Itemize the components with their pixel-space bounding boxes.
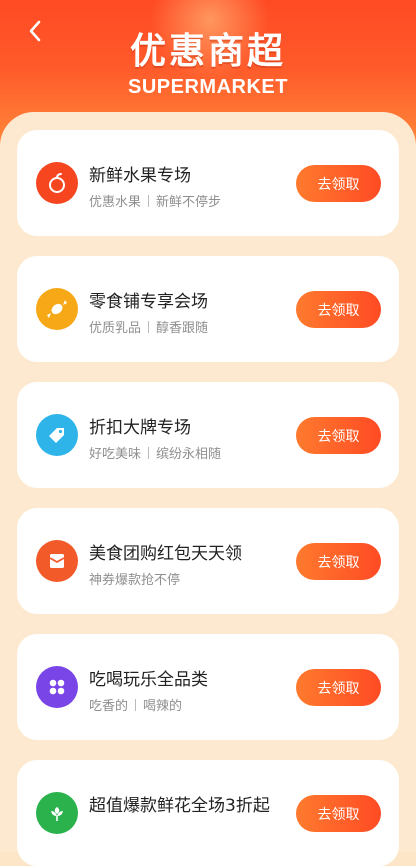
card-title: 零食铺专享会场 (89, 292, 208, 312)
claim-button[interactable]: 去领取 (296, 291, 381, 328)
card-tag: 好吃美味 (89, 447, 142, 462)
envelope-icon (36, 540, 78, 582)
list-item-flowers[interactable]: 超值爆款鲜花全场3折起 去领取 (17, 760, 399, 866)
card-tag: 新鲜不停步 (156, 195, 222, 210)
card-title: 折扣大牌专场 (89, 418, 191, 438)
list-item-fresh-fruit[interactable]: 新鲜水果专场 优惠水果 新鲜不停步 去领取 (17, 130, 399, 236)
card-tag: 优惠水果 (89, 195, 142, 210)
card-subtitle: 优惠水果 新鲜不停步 (89, 191, 221, 210)
claim-button[interactable]: 去领取 (296, 669, 381, 706)
card-tag: 优质乳品 (89, 321, 142, 336)
divider (148, 447, 150, 459)
card-title: 吃喝玩乐全品类 (89, 670, 208, 690)
card-subtitle: 优质乳品 醇香跟随 (89, 317, 208, 336)
card-tag: 神券爆款抢不停 (89, 573, 181, 588)
card-subtitle: 神券爆款抢不停 (89, 569, 180, 588)
divider (148, 195, 150, 207)
card-tag: 喝辣的 (143, 699, 183, 714)
card-title: 超值爆款鲜花全场3折起 (89, 796, 270, 816)
divider (148, 321, 150, 333)
tag-icon (36, 414, 78, 456)
list-item-all-categories[interactable]: 吃喝玩乐全品类 吃香的 喝辣的 去领取 (17, 634, 399, 740)
card-title: 新鲜水果专场 (89, 166, 191, 186)
list-item-group-buy[interactable]: 美食团购红包天天领 神券爆款抢不停 去领取 (17, 508, 399, 614)
content-panel: 新鲜水果专场 优惠水果 新鲜不停步 去领取 零食铺专享会场 优质乳品 醇香跟随 去领… (0, 112, 416, 866)
claim-button[interactable]: 去领取 (296, 795, 381, 832)
fruit-icon (36, 162, 78, 204)
list-item-discount-brands[interactable]: 折扣大牌专场 好吃美味 缤纷永相随 去领取 (17, 382, 399, 488)
card-subtitle: 吃香的 喝辣的 (89, 695, 182, 714)
divider (135, 699, 137, 711)
card-subtitle: 好吃美味 缤纷永相随 (89, 443, 221, 462)
claim-button[interactable]: 去领取 (296, 543, 381, 580)
card-tag: 吃香的 (89, 699, 129, 714)
grid-icon (36, 666, 78, 708)
card-tag: 缤纷永相随 (156, 447, 222, 462)
page-subtitle: SUPERMARKET (128, 76, 288, 98)
claim-button[interactable]: 去领取 (296, 417, 381, 454)
page-title: 优惠商超 (129, 31, 286, 72)
flower-icon (36, 792, 78, 834)
card-title: 美食团购红包天天领 (89, 544, 242, 564)
candy-icon (36, 288, 78, 330)
list-item-snack-shop[interactable]: 零食铺专享会场 优质乳品 醇香跟随 去领取 (17, 256, 399, 362)
card-tag: 醇香跟随 (156, 321, 209, 336)
claim-button[interactable]: 去领取 (296, 165, 381, 202)
